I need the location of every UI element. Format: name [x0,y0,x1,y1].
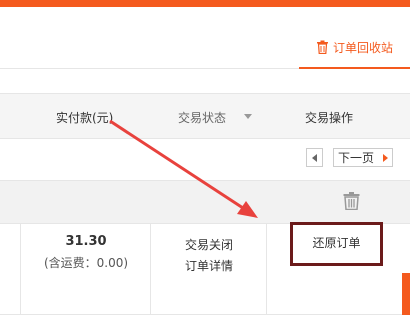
column-trade-status[interactable]: 交易状态 [178,109,226,126]
next-page-button[interactable]: 下一页 [333,148,393,167]
top-accent-bar [0,0,410,7]
cell-divider [266,224,267,315]
recycle-bin-label: 订单回收站 [333,40,394,55]
chevron-down-icon[interactable] [244,114,252,119]
chevron-right-icon [383,154,388,162]
next-page-label: 下一页 [338,151,375,165]
delete-order-icon[interactable] [343,192,360,210]
order-detail-link[interactable]: 订单详情 [166,257,252,274]
order-amount: 31.30 [65,234,107,249]
column-trade-actions: 交易操作 [305,111,354,125]
chevron-left-icon [312,153,317,162]
shipping-note: (含运费：0.00) [43,256,129,270]
trash-icon [317,40,328,54]
order-status: 交易关闭 [184,238,233,252]
cell-divider [20,224,21,315]
side-feedback-tab[interactable] [402,273,410,315]
active-tab-underline [299,67,410,69]
cell-divider [150,224,151,315]
prev-page-button[interactable] [306,148,323,167]
restore-order-link[interactable]: 还原订单 [290,234,383,251]
table-header: 实付款(元) 交易状态 交易操作 [0,93,410,139]
column-paid-amount: 实付款(元) [56,111,114,125]
recycle-bin-link[interactable]: 订单回收站 [316,38,393,56]
